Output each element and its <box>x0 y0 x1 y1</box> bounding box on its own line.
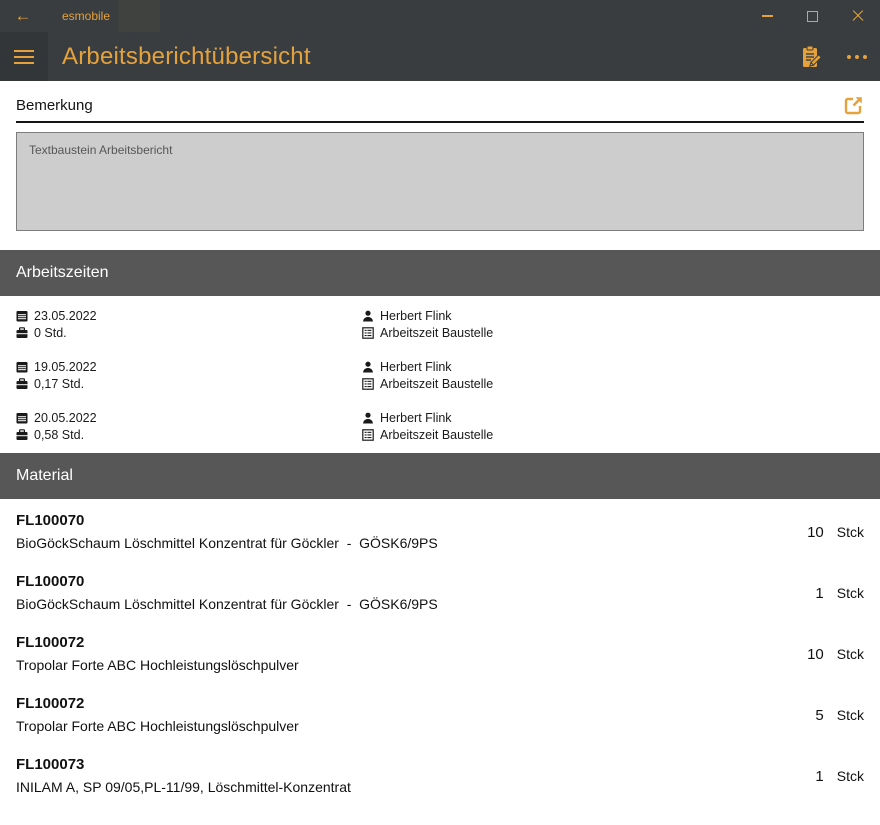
titlebar-highlight <box>118 0 160 32</box>
material-quantity: 10 <box>800 646 824 663</box>
minimize-icon <box>762 15 773 17</box>
material-code: FL100072 <box>16 633 800 652</box>
time-entry-row[interactable]: 20.05.2022 0,58 Std. <box>16 409 864 443</box>
close-button[interactable] <box>835 0 880 32</box>
time-entry-person: Herbert Flink <box>380 309 452 323</box>
bemerkung-label: Bemerkung <box>16 97 93 114</box>
back-button[interactable]: ← <box>0 0 46 32</box>
bemerkung-textarea[interactable]: Textbaustein Arbeitsbericht <box>16 132 864 231</box>
material-description: Tropolar Forte ABC Hochleistungslöschpul… <box>16 717 800 736</box>
window-app-title: esmobile <box>62 9 110 23</box>
minimize-button[interactable] <box>745 0 790 32</box>
app-header-bar: Arbeitsberichtübersicht <box>0 32 880 81</box>
time-entry-row[interactable]: 23.05.2022 0 Std. Her <box>16 307 864 341</box>
calendar-icon <box>16 412 28 424</box>
briefcase-icon <box>16 378 28 390</box>
time-entry-person: Herbert Flink <box>380 411 452 425</box>
material-description: INILAM A, SP 09/05,PL-11/99, Löschmittel… <box>16 778 800 797</box>
maximize-icon <box>807 11 818 22</box>
page-title: Arbeitsberichtübersicht <box>62 43 311 71</box>
time-entry-date: 23.05.2022 <box>34 309 97 323</box>
material-row[interactable]: FL100072 Tropolar Forte ABC Hochleistung… <box>0 621 880 682</box>
material-quantity: 5 <box>800 707 824 724</box>
back-arrow-icon: ← <box>15 6 32 26</box>
time-entry-type: Arbeitszeit Baustelle <box>380 377 493 391</box>
time-entry-type: Arbeitszeit Baustelle <box>380 428 493 442</box>
material-code: FL100073 <box>16 755 800 774</box>
person-icon <box>362 412 374 424</box>
more-options-button[interactable] <box>834 32 880 81</box>
material-row[interactable]: FL100073 INILAM A, SP 09/05,PL-11/99, Lö… <box>0 743 880 804</box>
time-entry-person: Herbert Flink <box>380 360 452 374</box>
material-code: FL100070 <box>16 572 800 591</box>
material-unit: Stck <box>837 707 864 723</box>
time-entry-hours: 0,58 Std. <box>34 428 84 442</box>
report-lines-icon <box>362 378 374 390</box>
work-report-button[interactable] <box>788 32 834 81</box>
material-row[interactable]: FL100070 BioGöckSchaum Löschmittel Konze… <box>0 560 880 621</box>
close-icon <box>852 10 864 22</box>
time-entry-date: 20.05.2022 <box>34 411 97 425</box>
time-entry-hours: 0,17 Std. <box>34 377 84 391</box>
clipboard-edit-icon <box>800 45 823 69</box>
time-entry-hours: 0 Std. <box>34 326 67 340</box>
material-code: FL100072 <box>16 694 800 713</box>
material-description: Tropolar Forte ABC Hochleistungslöschpul… <box>16 656 800 675</box>
material-unit: Stck <box>837 768 864 784</box>
report-lines-icon <box>362 327 374 339</box>
briefcase-icon <box>16 429 28 441</box>
report-lines-icon <box>362 429 374 441</box>
material-list: FL100070 BioGöckSchaum Löschmittel Konze… <box>0 499 880 804</box>
material-quantity: 1 <box>800 768 824 785</box>
material-unit: Stck <box>837 646 864 662</box>
calendar-icon <box>16 310 28 322</box>
material-header: Material <box>0 453 880 499</box>
ellipsis-more-icon <box>847 55 867 59</box>
person-icon <box>362 310 374 322</box>
hamburger-menu-icon <box>14 50 34 52</box>
time-entry-date: 19.05.2022 <box>34 360 97 374</box>
briefcase-icon <box>16 327 28 339</box>
material-quantity: 10 <box>800 524 824 541</box>
material-description: BioGöckSchaum Löschmittel Konzentrat für… <box>16 534 800 553</box>
arbeitszeiten-list: 23.05.2022 0 Std. Her <box>0 296 880 453</box>
material-quantity: 1 <box>800 585 824 602</box>
time-entry-type: Arbeitszeit Baustelle <box>380 326 493 340</box>
window-titlebar: ← esmobile <box>0 0 880 32</box>
material-code: FL100070 <box>16 511 800 530</box>
material-unit: Stck <box>837 524 864 540</box>
time-entry-row[interactable]: 19.05.2022 0,17 Std. <box>16 358 864 392</box>
calendar-icon <box>16 361 28 373</box>
maximize-button[interactable] <box>790 0 835 32</box>
material-unit: Stck <box>837 585 864 601</box>
material-row[interactable]: FL100070 BioGöckSchaum Löschmittel Konze… <box>0 499 880 560</box>
material-row[interactable]: FL100072 Tropolar Forte ABC Hochleistung… <box>0 682 880 743</box>
material-description: BioGöckSchaum Löschmittel Konzentrat für… <box>16 595 800 614</box>
hamburger-menu-button[interactable] <box>0 32 48 81</box>
open-edit-icon[interactable] <box>844 95 864 115</box>
bemerkung-underline <box>16 121 864 123</box>
arbeitszeiten-header: Arbeitszeiten <box>0 250 880 296</box>
person-icon <box>362 361 374 373</box>
